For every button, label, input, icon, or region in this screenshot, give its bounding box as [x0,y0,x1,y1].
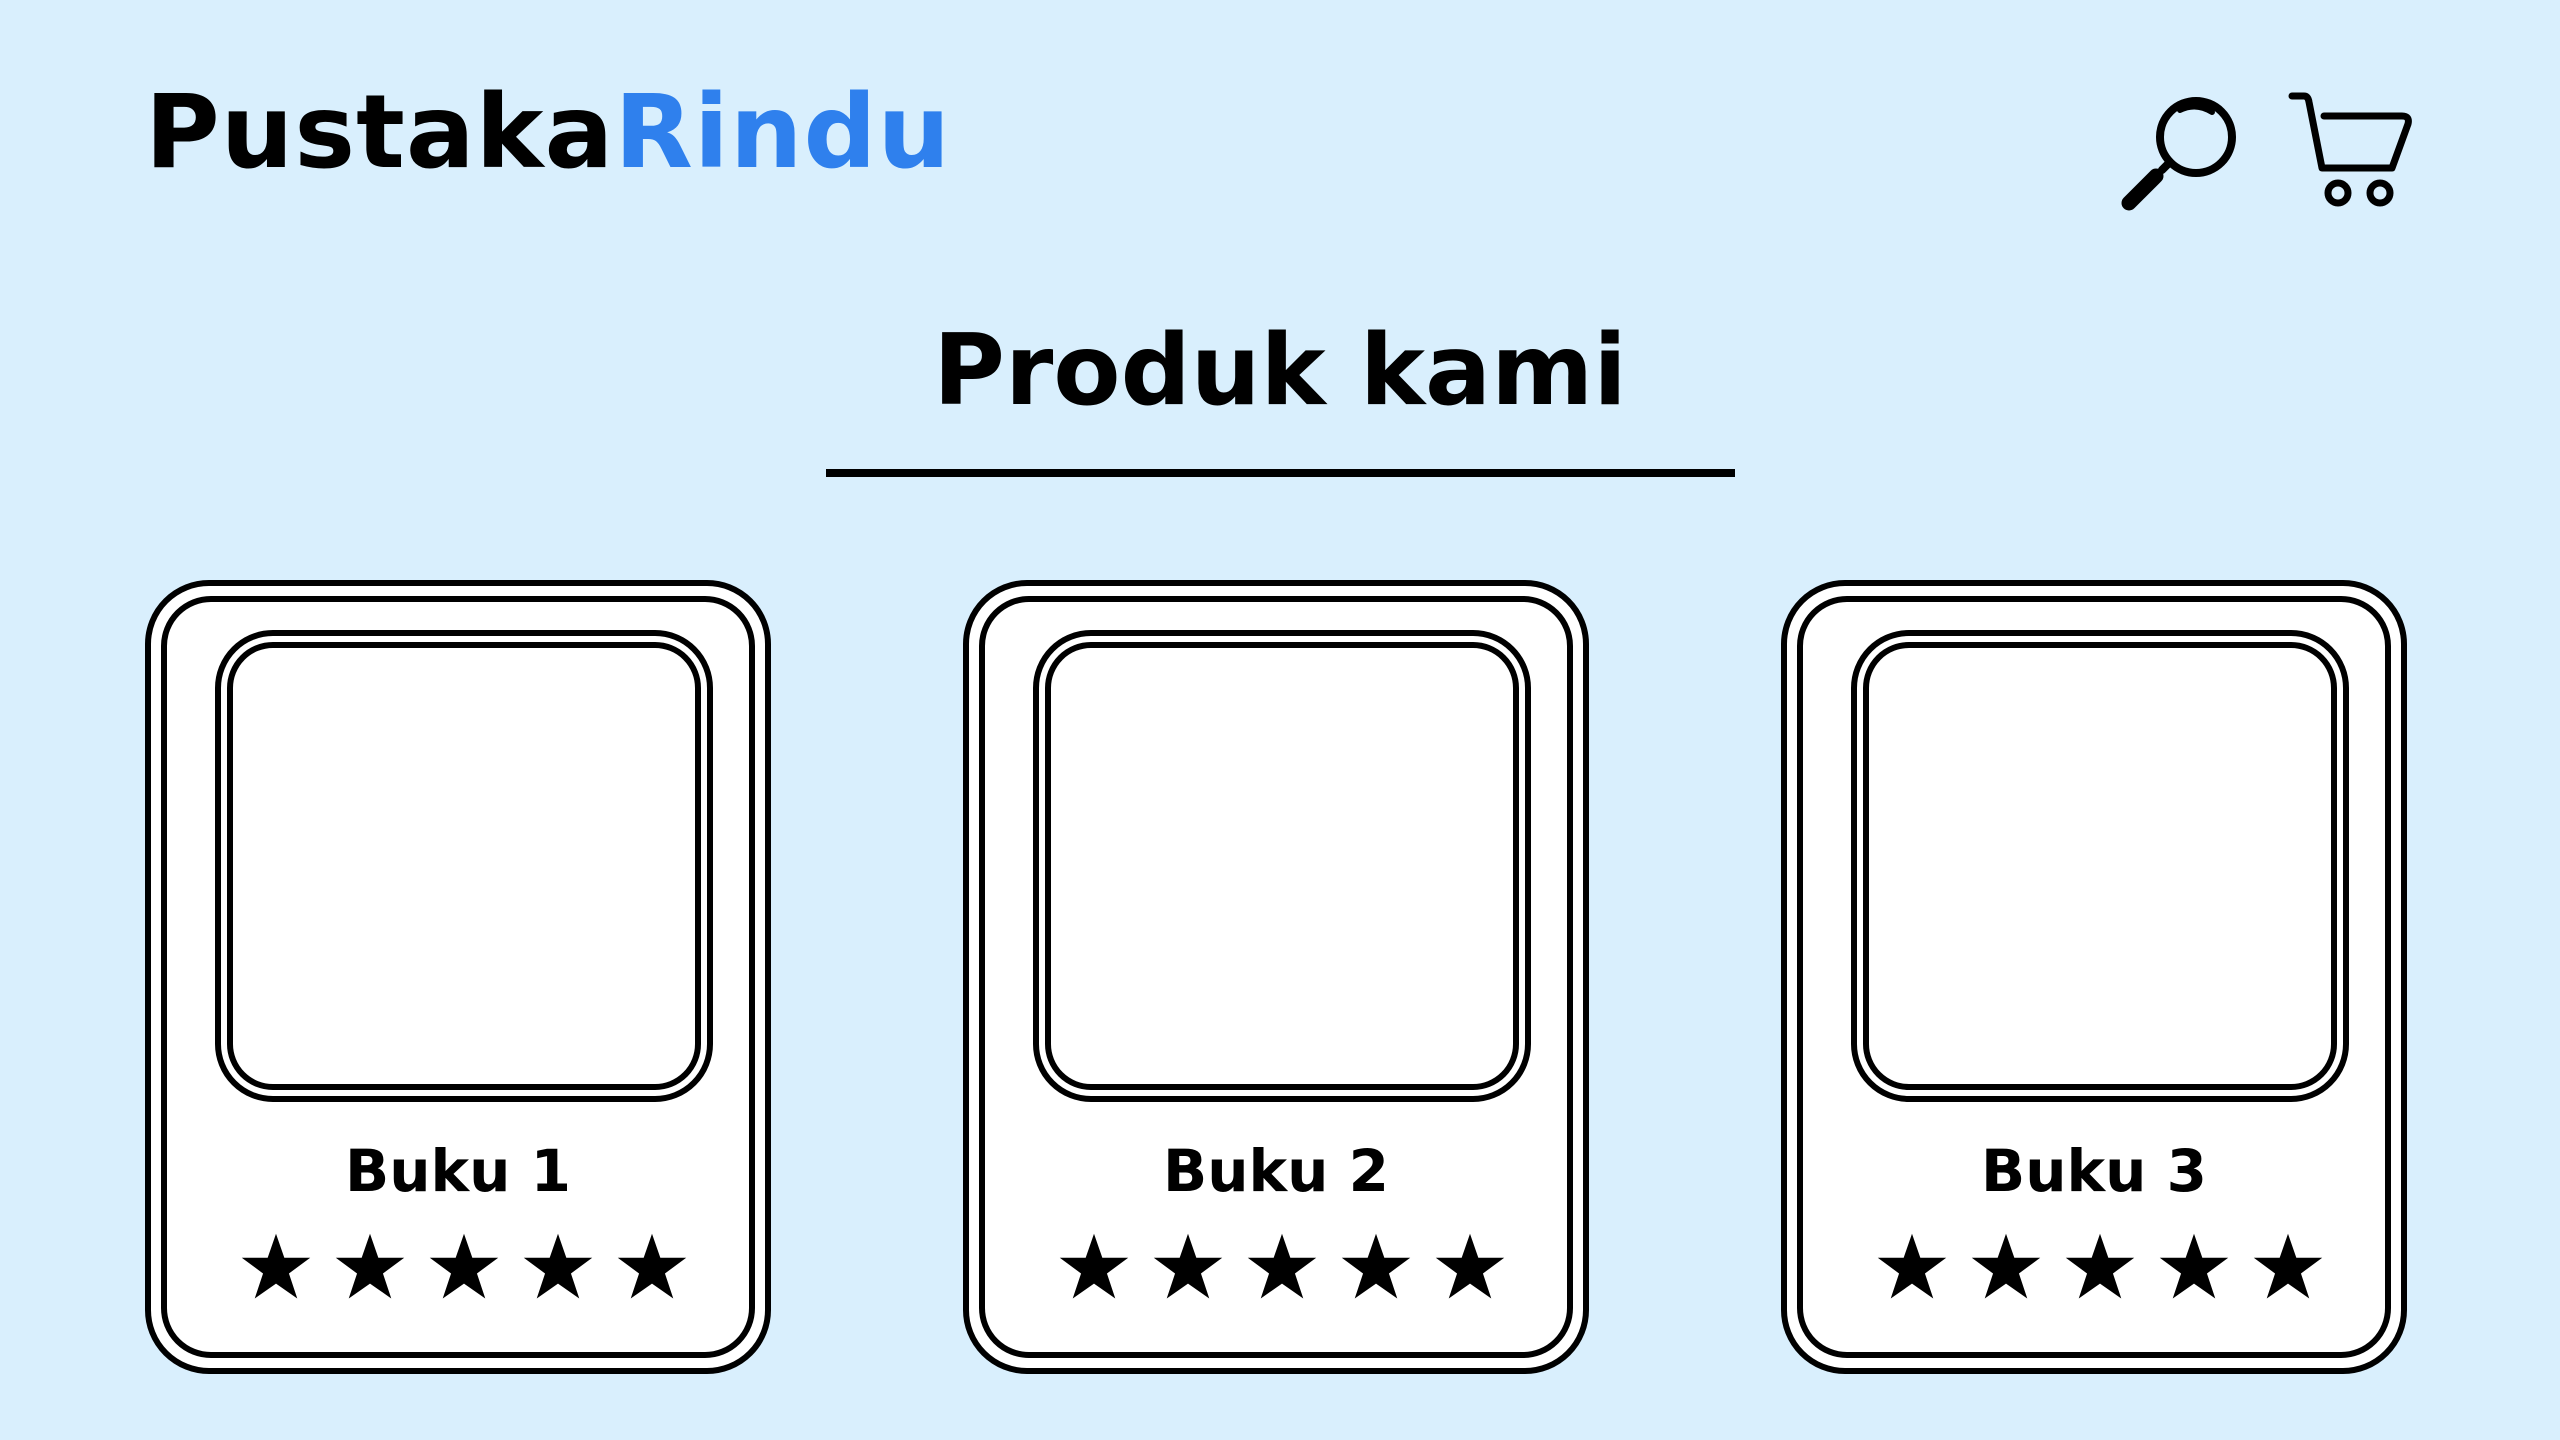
product-cover-image [1033,630,1531,1102]
star-icon [1875,1230,1949,1304]
product-card-3[interactable]: Buku 3 [1781,580,2407,1374]
section-title: Produk kami [933,314,1627,428]
search-icon [2121,97,2236,211]
product-cover-image [215,630,713,1102]
star-icon [239,1230,313,1304]
brand-logo[interactable]: PustakaRindu [145,82,951,184]
star-icon [2251,1230,2325,1304]
product-card-1[interactable]: Buku 1 [145,580,771,1374]
product-title: Buku 3 [1981,1137,2207,1205]
star-icon [1969,1230,2043,1304]
product-rating [1057,1230,1507,1306]
star-icon [427,1230,501,1304]
cart-icon [2288,92,2412,207]
star-icon [1057,1230,1131,1304]
star-icon [1339,1230,1413,1304]
cart-button[interactable] [2284,86,2424,216]
star-icon [2157,1230,2231,1304]
search-button[interactable] [2118,90,2246,218]
star-icon [2063,1230,2137,1304]
product-title: Buku 1 [345,1137,571,1205]
product-cover-image [1851,630,2349,1102]
product-rating [239,1230,689,1306]
star-icon [333,1230,407,1304]
product-card-2[interactable]: Buku 2 [963,580,1589,1374]
star-icon [615,1230,689,1304]
product-rating [1875,1230,2325,1306]
star-icon [1245,1230,1319,1304]
section-divider [826,469,1735,477]
brand-logo-part-b: Rindu [614,73,952,192]
product-grid: Buku 1 Buku 2 Buku 3 [145,580,2415,1380]
star-icon [521,1230,595,1304]
star-icon [1151,1230,1225,1304]
brand-logo-part-a: Pustaka [145,73,615,192]
product-title: Buku 2 [1163,1137,1389,1205]
star-icon [1433,1230,1507,1304]
